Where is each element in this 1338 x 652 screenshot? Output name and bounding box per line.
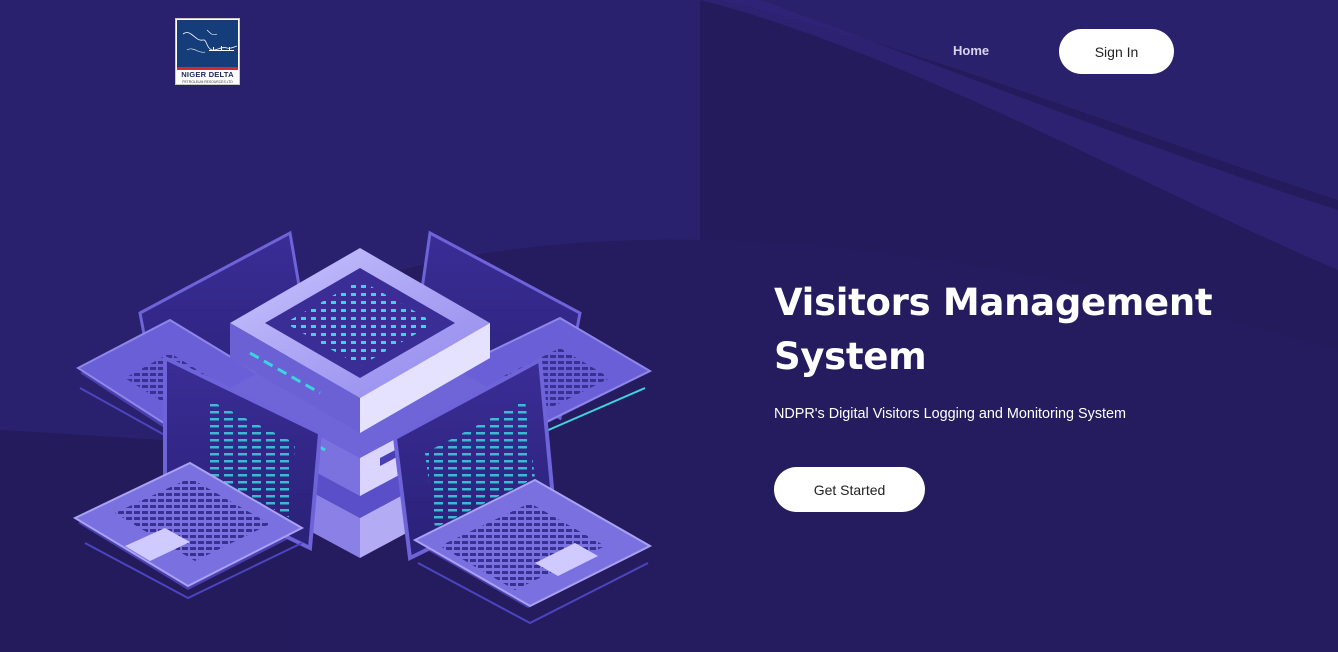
company-logo[interactable]: NIGER DELTA PETROLEUM RESOURCES LTD (175, 18, 240, 85)
logo-name: NIGER DELTA (181, 70, 234, 79)
hero-subtitle: NDPR's Digital Visitors Logging and Moni… (774, 406, 1127, 422)
servers-laptops-illustration-icon (72, 230, 653, 625)
page-title: Visitors Management System (774, 281, 1213, 378)
sign-in-button[interactable]: Sign In (1059, 29, 1174, 74)
logo-map-icon (177, 20, 238, 67)
nav-home-link[interactable]: Home (953, 43, 989, 58)
get-started-button[interactable]: Get Started (774, 467, 925, 512)
logo-subtitle: PETROLEUM RESOURCES LTD (182, 80, 233, 84)
